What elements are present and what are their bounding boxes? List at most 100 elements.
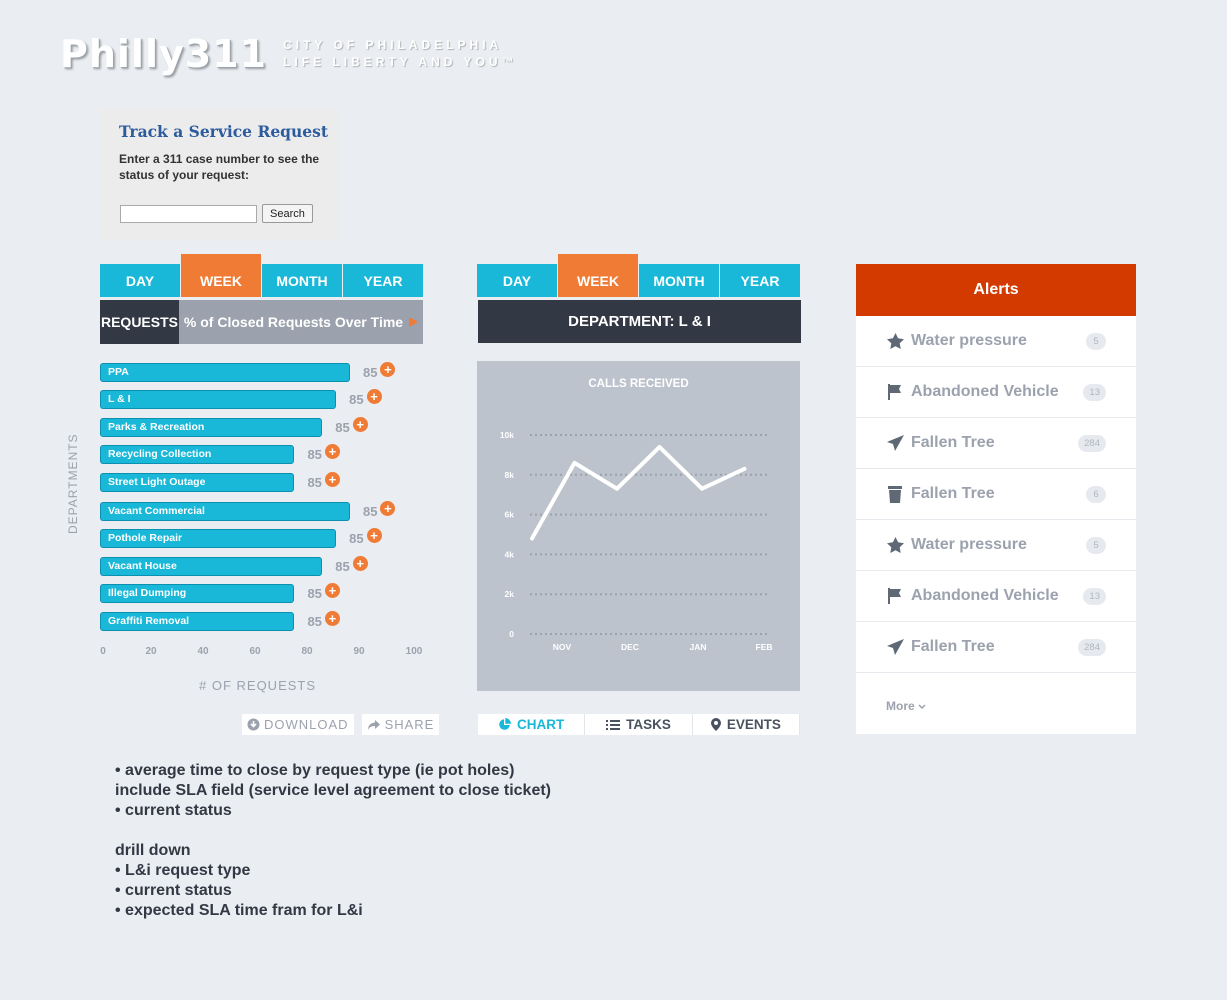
bar-value-label: 85	[335, 558, 350, 574]
left-tab-month[interactable]: MONTH	[262, 264, 342, 297]
bar-value-label: 85	[335, 419, 350, 435]
search-button[interactable]: Search	[262, 204, 313, 223]
left-tab-week[interactable]: WEEK	[181, 254, 261, 297]
y-tick-label: 2k	[505, 589, 515, 599]
alert-count-badge: 284	[1078, 638, 1106, 656]
y-tick-label: 4k	[505, 549, 515, 559]
alert-count-badge: 5	[1086, 332, 1106, 350]
tab-requests[interactable]: REQUESTS	[100, 300, 179, 344]
note-line: • current status	[115, 802, 232, 819]
share-button[interactable]: SHARE	[361, 714, 440, 735]
chart-view-tabs: CHART TASKS EVENTS	[478, 714, 800, 735]
note-line: drill down	[115, 842, 191, 859]
bar[interactable]: Recycling Collection	[100, 444, 295, 464]
bar-row: Vacant House 85 +	[100, 555, 368, 576]
tab-label: EVENTS	[726, 717, 781, 732]
bar[interactable]: PPA	[100, 362, 350, 382]
plus-icon[interactable]: +	[380, 500, 396, 516]
note-line: • L&i request type	[115, 862, 251, 879]
x-tick-label: DEC	[621, 642, 639, 652]
flag-icon	[886, 587, 904, 605]
alert-item[interactable]: Abandoned Vehicle 13	[856, 367, 1136, 418]
download-icon	[247, 718, 260, 731]
mid-period-tabs: DAY WEEK MONTH YEAR	[477, 254, 801, 297]
bar-row: Graffiti Removal 85 +	[100, 610, 340, 631]
plus-icon[interactable]: +	[324, 471, 340, 487]
bar-row: PPA 85 +	[100, 361, 396, 382]
tab-label: TASKS	[626, 717, 671, 732]
bar-value-label: 85	[307, 585, 322, 601]
bar-row: Street Light Outage 85 +	[100, 471, 340, 492]
alert-item[interactable]: Fallen Tree 284	[856, 418, 1136, 469]
alert-item[interactable]: Abandoned Vehicle 13	[856, 571, 1136, 622]
x-tick-label: 40	[197, 646, 209, 657]
alert-label: Fallen Tree	[911, 434, 995, 451]
plus-icon[interactable]: +	[352, 416, 368, 432]
requests-header: REQUESTS % of Closed Requests Over Time	[100, 300, 423, 344]
x-tick-label: 90	[353, 646, 365, 657]
calls-series-line	[530, 444, 747, 541]
logo-tagline-line2: LIFE LIBERTY AND YOU™	[283, 55, 518, 69]
alert-count-badge: 284	[1078, 434, 1106, 452]
tab-events[interactable]: EVENTS	[693, 714, 800, 735]
bar-row: Illegal Dumping 85 +	[100, 582, 340, 603]
bar[interactable]: Vacant Commercial	[100, 501, 350, 521]
alert-item[interactable]: Fallen Tree 284	[856, 622, 1136, 673]
mid-tab-day[interactable]: DAY	[477, 264, 557, 297]
track-description: Enter a 311 case number to see the statu…	[119, 152, 320, 182]
plus-icon[interactable]: +	[380, 361, 396, 377]
bar-row: Vacant Commercial 85 +	[100, 500, 396, 521]
bar-value-label: 85	[349, 530, 364, 546]
share-label: SHARE	[384, 717, 435, 732]
bar-value-label: 85	[363, 503, 378, 519]
bar[interactable]: Illegal Dumping	[100, 583, 295, 603]
case-number-input[interactable]	[120, 204, 257, 223]
note-line: • average time to close by request type …	[115, 762, 515, 779]
bar-chart-ylabel: DEPARTMENTS	[66, 433, 80, 534]
alert-item[interactable]: Water pressure 5	[856, 520, 1136, 571]
mid-tab-year[interactable]: YEAR	[720, 264, 800, 297]
plus-icon[interactable]: +	[324, 610, 340, 626]
department-header: DEPARTMENT: L & I	[478, 300, 801, 343]
plus-icon[interactable]: +	[324, 443, 340, 459]
download-button[interactable]: DOWNLOAD	[242, 714, 354, 735]
note-line: include SLA field (service level agreeme…	[115, 782, 552, 799]
alert-count-badge: 13	[1083, 383, 1106, 401]
mid-tab-week[interactable]: WEEK	[558, 254, 638, 297]
left-tab-year[interactable]: YEAR	[343, 264, 423, 297]
logo-wordmark: Philly311	[60, 32, 268, 76]
plus-icon[interactable]: +	[352, 555, 368, 571]
tab-closed-requests[interactable]: % of Closed Requests Over Time	[179, 300, 423, 344]
bar-value-label: 85	[307, 613, 322, 629]
tab-chart[interactable]: CHART	[478, 714, 586, 735]
bar[interactable]: Pothole Repair	[100, 528, 337, 548]
philly311-logo[interactable]: Philly311 CITY OF PHILADELPHIA LIFE LIBE…	[60, 32, 518, 76]
line-chart-title: CALLS RECEIVED	[588, 378, 689, 390]
x-tick-label: FEB	[756, 642, 773, 652]
alert-item[interactable]: Fallen Tree 6	[856, 469, 1136, 520]
bar[interactable]: Vacant House	[100, 556, 323, 576]
x-tick-label: 0	[100, 646, 106, 657]
bar[interactable]: Parks & Recreation	[100, 417, 323, 437]
tab-label: CHART	[517, 717, 565, 732]
plus-icon[interactable]: +	[366, 388, 382, 404]
plus-icon[interactable]: +	[366, 527, 382, 543]
alert-item[interactable]: Water pressure 5	[856, 316, 1136, 367]
mid-tab-month[interactable]: MONTH	[639, 264, 719, 297]
share-icon	[367, 719, 380, 730]
bar[interactable]: L & I	[100, 389, 337, 409]
track-search-row: Search	[120, 204, 313, 223]
tab-tasks[interactable]: TASKS	[585, 714, 693, 735]
alerts-more-link[interactable]: More	[856, 673, 1136, 739]
plus-icon[interactable]: +	[324, 582, 340, 598]
chart-actions: DOWNLOAD SHARE	[242, 714, 447, 735]
left-tab-day[interactable]: DAY	[100, 264, 180, 297]
bar-row: Pothole Repair 85 +	[100, 527, 382, 548]
alert-label: Fallen Tree	[911, 485, 995, 502]
bar-row: Recycling Collection 85 +	[100, 443, 340, 464]
left-period-tabs: DAY WEEK MONTH YEAR	[100, 254, 424, 297]
bar[interactable]: Street Light Outage	[100, 472, 295, 492]
bar[interactable]: Graffiti Removal	[100, 611, 295, 631]
star-icon	[886, 536, 904, 554]
send-icon	[886, 638, 904, 656]
